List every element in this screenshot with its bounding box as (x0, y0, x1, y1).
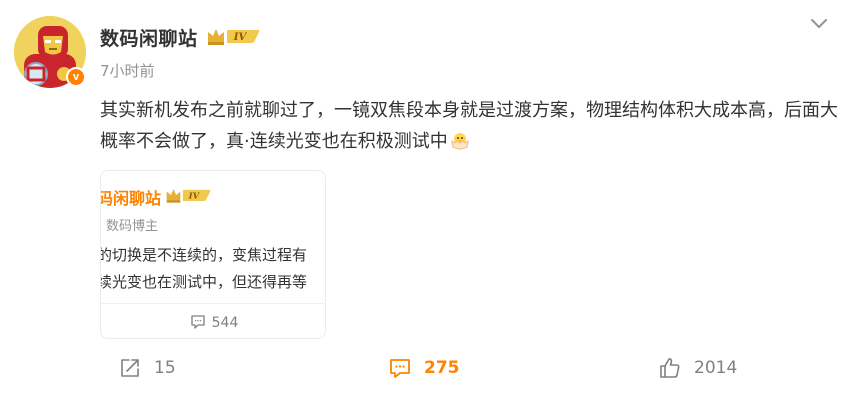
forward-count: 15 (154, 358, 176, 378)
forward-button[interactable]: 15 (118, 355, 176, 381)
author-name[interactable]: 数码闲聊站 (100, 24, 198, 51)
comment-count: 275 (424, 358, 460, 378)
quoted-level-text: IV (188, 191, 201, 201)
level-text: IV (233, 32, 248, 43)
verified-badge: v (66, 67, 86, 87)
level-badge[interactable]: IV (206, 26, 260, 50)
divider (101, 303, 325, 304)
quoted-comments-button[interactable]: 544 (101, 314, 325, 331)
weibo-post-card: v 数码闲聊站 IV 7小时前 其实新机发布之前就聊过了，一镜双焦段本身就是过渡… (0, 0, 855, 414)
quoted-comments-count: 544 (211, 315, 239, 331)
quoted-author-subtitle: 数码博主 (106, 219, 159, 234)
crown-level-icon: IV (208, 29, 260, 45)
thumbs-up-icon (660, 358, 680, 378)
crown-level-icon: IV (166, 189, 211, 203)
comment-icon (390, 359, 410, 378)
quoted-post-text: 的切换是不连续的，变焦过程有 续光变也在测试中，但还得再等 (100, 242, 325, 296)
quoted-line-1: 的切换是不连续的，变焦过程有 (100, 246, 308, 264)
like-button[interactable]: 2014 (658, 355, 737, 381)
quoted-author-name[interactable]: 码闲聊站 (101, 185, 161, 209)
like-count: 2014 (694, 358, 738, 378)
bird-hatching-emoji-icon (449, 129, 471, 151)
quoted-line-2: 续光变也在测试中，但还得再等 (100, 273, 308, 291)
post-content: 其实新机发布之前就聊过了，一镜双焦段本身就是过渡方案，物理结构体积大成本高，后面… (100, 95, 840, 157)
comment-button[interactable]: 275 (388, 355, 460, 381)
forward-icon (121, 359, 139, 377)
comment-icon (190, 315, 205, 329)
quoted-post-card[interactable]: 码闲聊站 IV 数码博主 的切换是不连续的，变焦过程有 续光变也在测试中，但还得… (100, 170, 326, 339)
quoted-level-badge: IV (165, 186, 211, 208)
chevron-down-icon[interactable] (808, 12, 830, 34)
post-time[interactable]: 7小时前 (100, 60, 155, 81)
